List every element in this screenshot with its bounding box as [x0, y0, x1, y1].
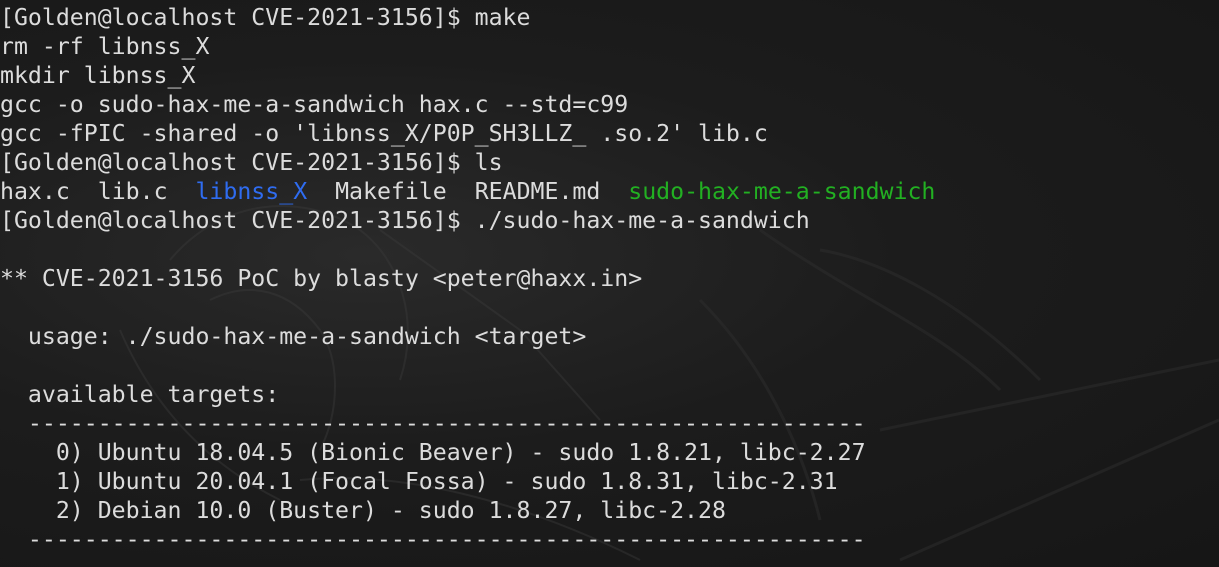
- ls-entry-file: README.md: [474, 178, 601, 205]
- terminal-line: [Golden@localhost CVE-2021-3156]$ ./sudo…: [0, 206, 935, 235]
- terminal-line: mkdir libnss_X: [0, 61, 935, 90]
- ls-entry-executable: sudo-hax-me-a-sandwich: [628, 178, 936, 205]
- terminal-line: gcc -fPIC -shared -o 'libnss_X/P0P_SH3LL…: [0, 119, 935, 148]
- terminal-line: rm -rf libnss_X: [0, 32, 935, 61]
- ls-output-line: hax.c lib.c libnss_X Makefile README.md …: [0, 177, 935, 206]
- output-text: gcc -fPIC -shared -o 'libnss_X/P0P_SH3LL…: [0, 120, 768, 147]
- output-text: mkdir libnss_X: [0, 62, 196, 89]
- output-text: 2) Debian 10.0 (Buster) - sudo 1.8.27, l…: [0, 497, 726, 524]
- ls-entry-file: lib.c: [97, 178, 168, 205]
- terminal-line: [Golden@localhost CVE-2021-3156]$ make: [0, 3, 935, 32]
- terminal-line: ----------------------------------------…: [0, 409, 935, 438]
- output-text: ----------------------------------------…: [0, 410, 866, 437]
- terminal-line: [Golden@localhost CVE-2021-3156]$ ls: [0, 148, 935, 177]
- output-text: ----------------------------------------…: [0, 526, 866, 553]
- ls-entry-file: hax.c: [0, 178, 70, 205]
- shell-prompt-command: [Golden@localhost CVE-2021-3156]$ ./sudo…: [0, 207, 810, 234]
- terminal-line: available targets:: [0, 380, 935, 409]
- shell-prompt-command: [Golden@localhost CVE-2021-3156]$ ls: [0, 149, 503, 176]
- shell-prompt-command: [Golden@localhost CVE-2021-3156]$ make: [0, 4, 531, 31]
- terminal-line: usage: ./sudo-hax-me-a-sandwich <target>: [0, 322, 935, 351]
- terminal-line: ----------------------------------------…: [0, 525, 935, 554]
- terminal-output[interactable]: [Golden@localhost CVE-2021-3156]$ make rm…: [0, 3, 935, 554]
- terminal-line: 2) Debian 10.0 (Buster) - sudo 1.8.27, l…: [0, 496, 935, 525]
- output-text: available targets:: [0, 381, 280, 408]
- terminal-line: 0) Ubuntu 18.04.5 (Bionic Beaver) - sudo…: [0, 438, 935, 467]
- terminal-line: ** CVE-2021-3156 PoC by blasty <peter@ha…: [0, 264, 935, 293]
- ls-entry-file: Makefile: [335, 178, 447, 205]
- output-text: 0) Ubuntu 18.04.5 (Bionic Beaver) - sudo…: [0, 439, 866, 466]
- ls-entry-directory: libnss_X: [195, 178, 308, 205]
- output-text: 1) Ubuntu 20.04.1 (Focal Fossa) - sudo 1…: [0, 468, 838, 495]
- terminal-line: 1) Ubuntu 20.04.1 (Focal Fossa) - sudo 1…: [0, 467, 935, 496]
- output-text: usage: ./sudo-hax-me-a-sandwich <target>: [0, 323, 587, 350]
- terminal-window[interactable]: [Golden@localhost CVE-2021-3156]$ make rm…: [0, 0, 1219, 567]
- output-text: rm -rf libnss_X: [0, 33, 210, 60]
- output-text: ** CVE-2021-3156 PoC by blasty <peter@ha…: [0, 265, 643, 292]
- terminal-line: gcc -o sudo-hax-me-a-sandwich hax.c --st…: [0, 90, 935, 119]
- output-text: gcc -o sudo-hax-me-a-sandwich hax.c --st…: [0, 91, 629, 118]
